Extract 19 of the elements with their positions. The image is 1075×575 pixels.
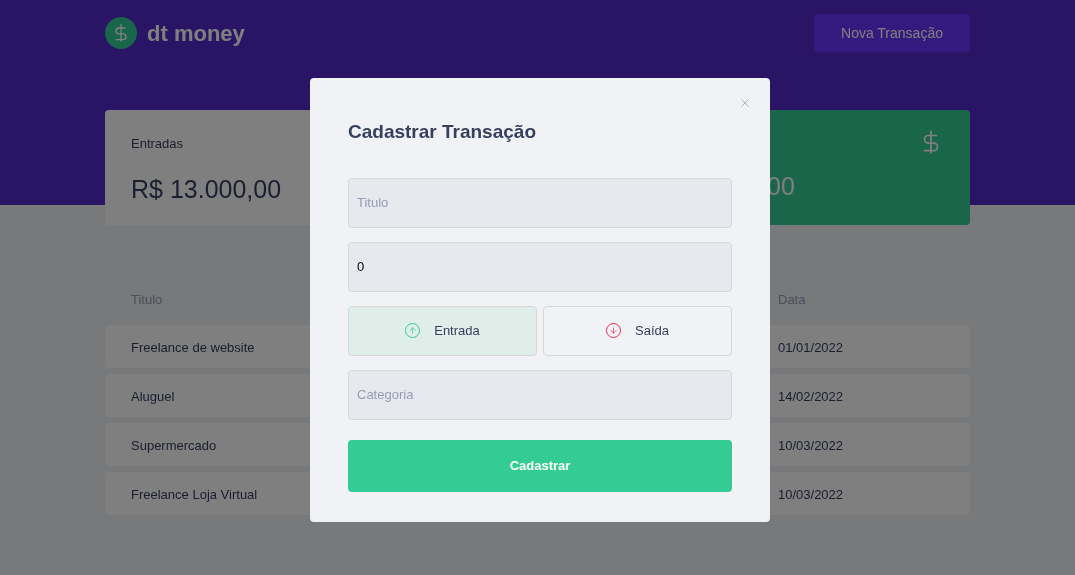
type-option-button[interactable]: Saída bbox=[543, 305, 732, 356]
input-field[interactable]: Categoria bbox=[348, 369, 732, 420]
type-option-button[interactable]: Entrada bbox=[348, 305, 537, 356]
table-cell: 14/02/2022 bbox=[778, 388, 844, 404]
table-cell: Aluguel bbox=[131, 388, 175, 404]
table-cell: Freelance de website bbox=[131, 339, 255, 355]
modal-title: Cadastrar Transação bbox=[348, 120, 537, 144]
input-field[interactable]: Titulo bbox=[348, 177, 732, 228]
close-icon[interactable] bbox=[738, 96, 752, 110]
table-cell: 01/01/2022 bbox=[778, 339, 844, 355]
table-cell: Supermercado bbox=[131, 437, 217, 453]
dollar-logo-icon bbox=[105, 17, 137, 49]
table-cell: Freelance Loja Virtual bbox=[131, 486, 258, 502]
input-field[interactable]: 0 bbox=[348, 241, 732, 292]
logo-text: dt money bbox=[147, 19, 245, 48]
card-value: R$ 13.000,00 bbox=[131, 173, 283, 205]
table-cell: 10/03/2022 bbox=[778, 486, 844, 502]
table-cell: 10/03/2022 bbox=[778, 437, 844, 453]
card-label: Entradas bbox=[131, 135, 185, 153]
